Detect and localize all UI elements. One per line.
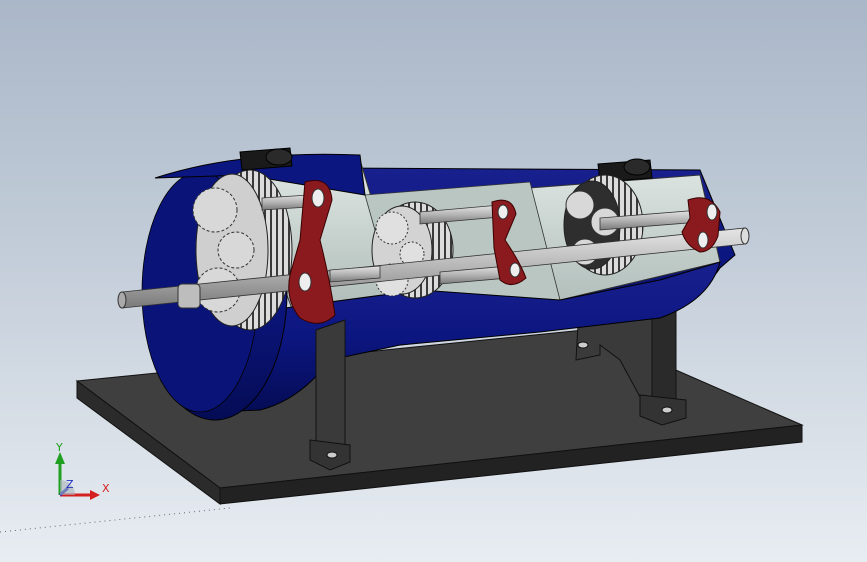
z-axis-label: Z (66, 478, 74, 491)
coordinate-triad[interactable]: Y X Z (40, 440, 120, 510)
ring-gear-stage-1[interactable] (192, 169, 293, 331)
x-axis-arrowhead (90, 490, 100, 500)
top-clamp-front[interactable] (239, 147, 293, 171)
gearbox-assembly-model[interactable] (0, 0, 867, 562)
x-axis-label: X (102, 482, 110, 495)
front-support-bracket[interactable] (309, 319, 351, 471)
graphics-viewport[interactable]: Y X Z (0, 0, 867, 562)
y-axis-label: Y (55, 441, 63, 454)
ground-reference-line (0, 507, 231, 533)
